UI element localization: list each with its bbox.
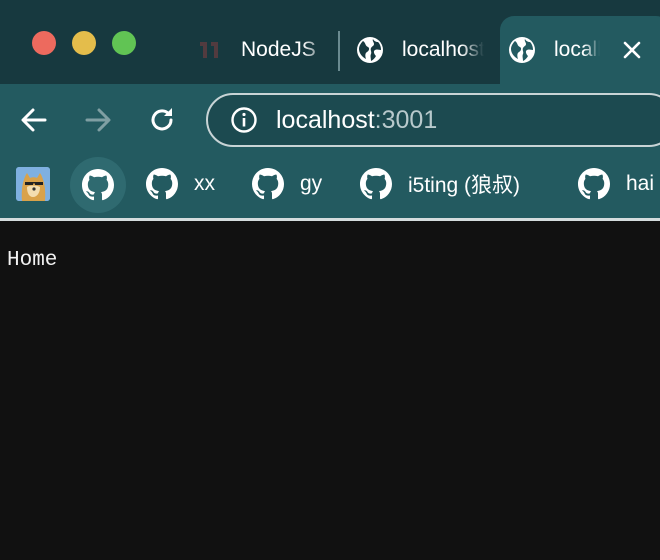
bookmark-label: gy bbox=[300, 172, 323, 195]
page-content: Home bbox=[0, 221, 660, 560]
bookmark-hai[interactable]: hai bbox=[578, 156, 654, 212]
doge-avatar-icon bbox=[16, 167, 50, 201]
tab-title: localhost bbox=[554, 38, 600, 61]
github-icon bbox=[146, 168, 178, 200]
globe-icon bbox=[356, 36, 384, 64]
github-icon bbox=[360, 168, 392, 200]
info-icon[interactable] bbox=[230, 106, 258, 134]
page-home-text: Home bbox=[7, 249, 58, 272]
reload-button[interactable] bbox=[146, 104, 178, 136]
github-icon bbox=[578, 168, 610, 200]
nodejs-icon bbox=[195, 36, 223, 64]
window-close-button[interactable] bbox=[32, 31, 56, 55]
tab-strip: NodeJS localhost localhost bbox=[0, 0, 660, 84]
url-port: :3001 bbox=[374, 105, 438, 134]
bookmark-gy[interactable]: gy bbox=[252, 156, 322, 212]
bookmark-github[interactable] bbox=[70, 157, 126, 213]
bookmark-i5ting[interactable]: i5ting (狼叔) bbox=[360, 156, 520, 212]
url-host: localhost bbox=[276, 105, 375, 134]
toolbar: localhost:3001 bbox=[0, 84, 660, 156]
tab-nodejs[interactable]: NodeJS bbox=[190, 16, 336, 84]
window-maximize-button[interactable] bbox=[112, 31, 136, 55]
bookmark-xx[interactable]: xx bbox=[146, 156, 215, 212]
github-icon bbox=[252, 168, 284, 200]
window-minimize-button[interactable] bbox=[72, 31, 96, 55]
address-bar[interactable]: localhost:3001 bbox=[206, 93, 660, 147]
tab-localhost[interactable]: localhost bbox=[348, 16, 496, 84]
tab-separator bbox=[338, 31, 340, 71]
bookmark-doge[interactable] bbox=[16, 156, 50, 212]
close-tab-icon[interactable] bbox=[618, 36, 646, 64]
globe-icon bbox=[508, 36, 536, 64]
arrow-right-icon bbox=[85, 108, 111, 132]
bookmark-label: hai bbox=[626, 172, 655, 195]
arrow-left-icon bbox=[21, 108, 47, 132]
github-icon bbox=[82, 169, 114, 201]
browser-window: NodeJS localhost localhost bbox=[0, 0, 660, 560]
tab-title: localhost bbox=[402, 38, 484, 61]
forward-button[interactable] bbox=[82, 104, 114, 136]
bookmark-label: xx bbox=[194, 172, 215, 195]
tab-localhost-active[interactable]: localhost bbox=[500, 16, 660, 84]
bookmark-label: i5ting (狼叔) bbox=[408, 174, 521, 197]
bookmarks-bar: xx gy i5ting (狼叔) hai bbox=[0, 156, 660, 218]
tab-title: NodeJS bbox=[241, 38, 316, 61]
reload-icon bbox=[151, 108, 173, 131]
back-button[interactable] bbox=[18, 104, 50, 136]
